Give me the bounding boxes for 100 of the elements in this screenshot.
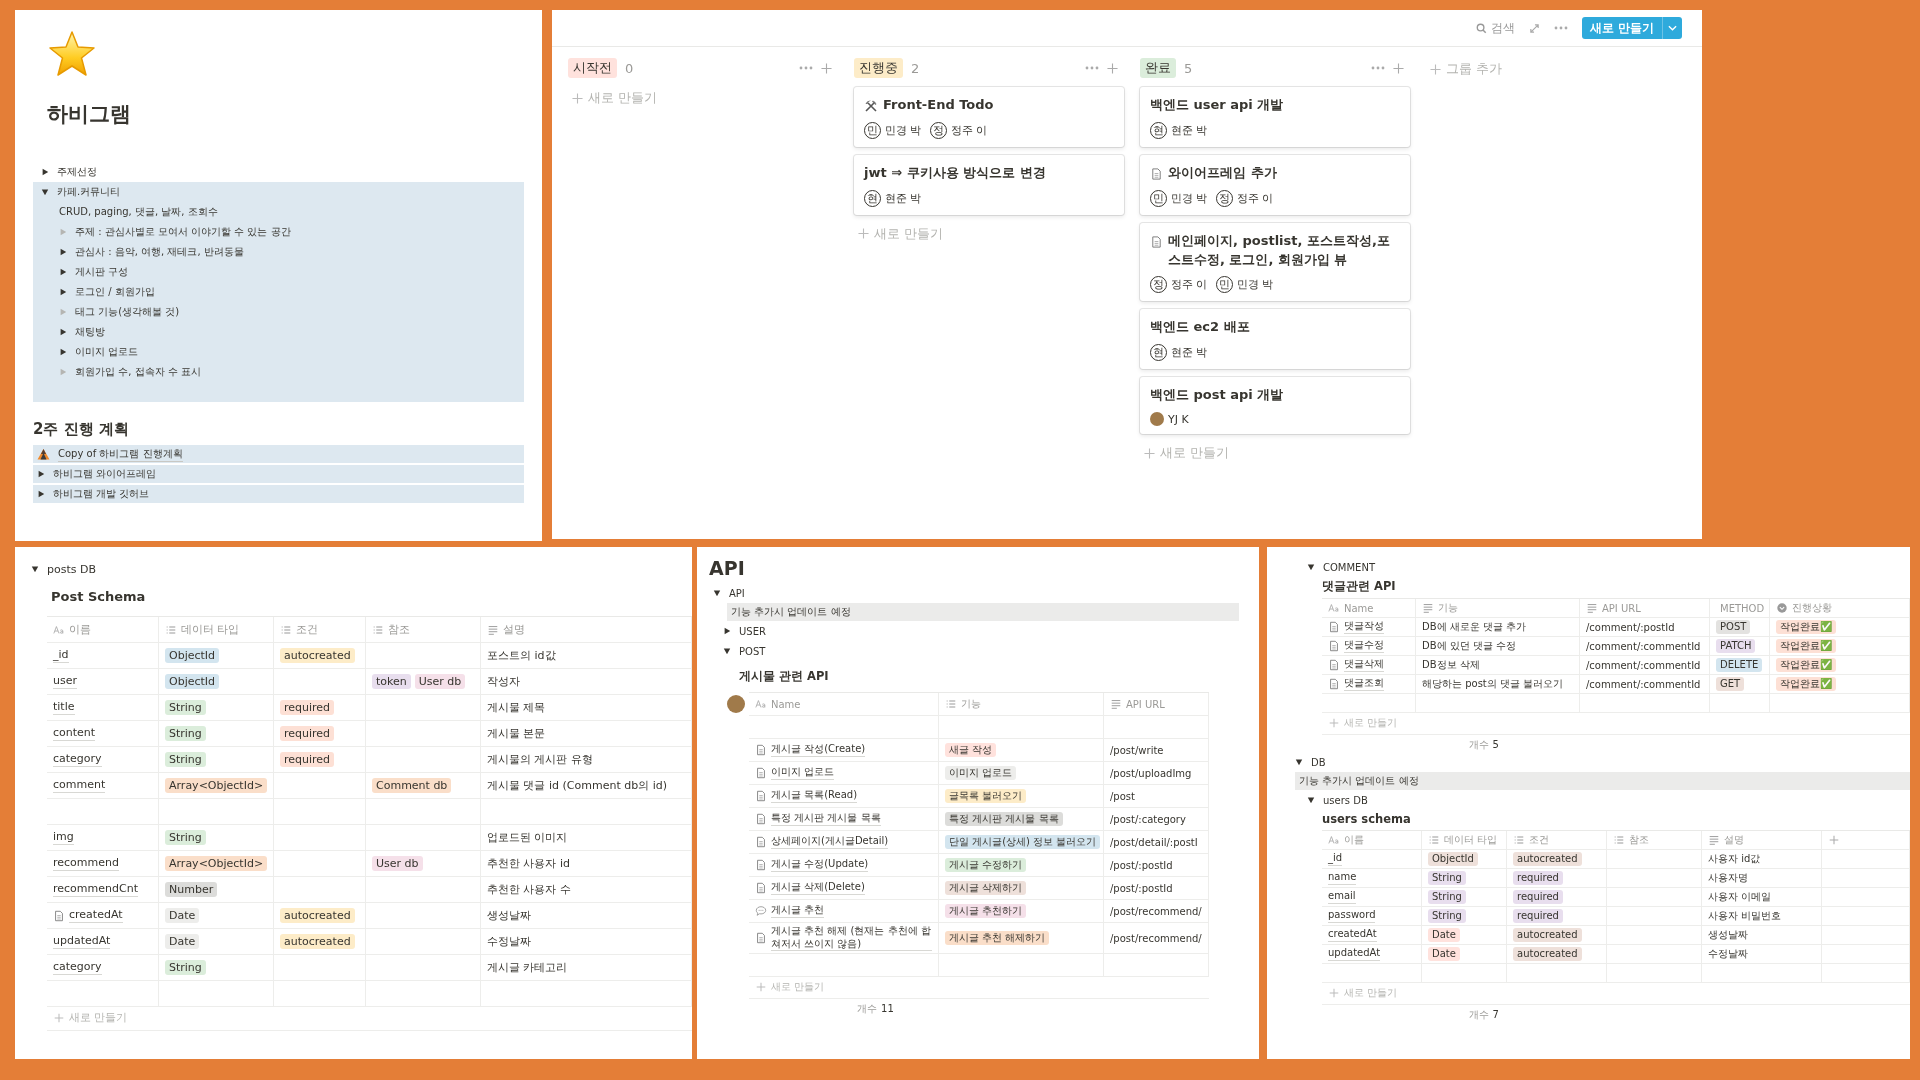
row-title[interactable]: updatedAt: [1328, 947, 1381, 961]
group-label: 시작전: [568, 58, 617, 78]
tag: autocreated: [280, 907, 355, 924]
row-title[interactable]: updatedAt: [53, 934, 111, 949]
cell-text: 업로드된 이미지: [487, 830, 568, 845]
toggle-triangle-icon[interactable]: [59, 348, 67, 356]
toggle-triangle-icon[interactable]: [37, 470, 45, 478]
toggle-triangle-icon[interactable]: [1307, 563, 1315, 571]
row-title[interactable]: category: [53, 752, 102, 767]
toggle-triangle-icon[interactable]: [59, 328, 67, 336]
page-icon: [1328, 659, 1340, 671]
toggle-label: 관심사 : 음악, 여행, 재테크, 반려동물: [75, 245, 244, 259]
row-title[interactable]: 게시글 삭제(Delete): [771, 881, 865, 895]
row-title[interactable]: comment: [53, 778, 106, 793]
toggle-triangle-icon[interactable]: [59, 288, 67, 296]
tag: Comment db: [372, 777, 452, 794]
row-title[interactable]: user: [53, 674, 77, 689]
toggle-triangle-icon[interactable]: [41, 188, 49, 196]
toggle-triangle-icon[interactable]: [59, 308, 67, 316]
tag: autocreated: [280, 933, 355, 950]
row-title[interactable]: email: [1328, 890, 1356, 904]
row-title[interactable]: category: [53, 960, 102, 975]
row-title[interactable]: _id: [1328, 852, 1343, 866]
tag: String: [165, 725, 206, 742]
toggle-triangle-icon[interactable]: [31, 565, 39, 573]
cell-text: /post: [1110, 790, 1135, 802]
row-title[interactable]: content: [53, 726, 96, 741]
toggle-triangle-icon[interactable]: [723, 647, 731, 655]
column-header: 데이터 타입: [181, 622, 240, 637]
row-title[interactable]: 댓글조회: [1344, 677, 1384, 691]
tag: String: [165, 829, 206, 846]
plus-icon: [1430, 63, 1441, 75]
plus-icon: [1144, 447, 1155, 459]
row-title[interactable]: name: [1328, 871, 1357, 885]
toggle-triangle-icon[interactable]: [723, 627, 731, 635]
board-card[interactable]: jwt ⇒ 쿠키사용 방식으로 변경 현 현준 박: [854, 154, 1124, 215]
person-name: 민경 박: [1236, 277, 1273, 293]
tag: autocreated: [1513, 851, 1582, 867]
row-title[interactable]: img: [53, 830, 74, 845]
page-icon: [1150, 166, 1163, 181]
title-property-icon: [1328, 834, 1340, 846]
board-card[interactable]: 백엔드 post api 개발 YJ K: [1140, 377, 1410, 435]
callout-text: 기능 추가시 업데이트 예정: [1295, 772, 1910, 790]
toggle-triangle-icon[interactable]: [59, 368, 67, 376]
toggle-triangle-icon[interactable]: [37, 490, 45, 498]
person-name: 정주 이: [1171, 277, 1208, 293]
row-title[interactable]: 댓글작성: [1344, 620, 1384, 634]
row-title[interactable]: 특정 게시판 게시물 목록: [771, 812, 881, 826]
page-title: API: [709, 557, 746, 579]
row-title[interactable]: 게시글 목록(Read): [771, 789, 858, 803]
toggle-triangle-icon[interactable]: [59, 268, 67, 276]
column-header: 기능: [961, 697, 981, 711]
column-header: API URL: [1126, 698, 1165, 710]
tag: User db: [414, 673, 466, 690]
row-title[interactable]: _id: [53, 648, 69, 663]
text-lines-icon: [487, 623, 499, 636]
plus-icon: [572, 92, 583, 104]
note-text: CRUD, paging, 댓글, 날짜, 조회수: [58, 205, 219, 219]
row-title[interactable]: 상세페이지(게시글Detail): [771, 835, 889, 849]
tag: 글목록 불러오기: [945, 788, 1027, 804]
row-title[interactable]: 댓글수정: [1344, 639, 1384, 653]
row-title[interactable]: 게시글 추천 해제 (현재는 추천에 합쳐저서 쓰이지 않음): [771, 925, 932, 951]
cell-text: 게시물 댓글 id (Comment db의 id): [487, 778, 667, 793]
board-card[interactable]: 메인페이지, postlist, 포스트작성,포스트수정, 로그인, 회원가입 뷰 정 정주 이 민 민경 박: [1140, 222, 1410, 302]
toggle-triangle-icon[interactable]: [1307, 796, 1315, 804]
row-title[interactable]: password: [1328, 909, 1376, 923]
toggle-triangle-icon[interactable]: [41, 168, 49, 176]
row-title[interactable]: 게시글 추천: [771, 904, 825, 918]
row-title[interactable]: recommend: [53, 856, 119, 871]
row-title[interactable]: 게시글 작성(Create): [771, 743, 866, 757]
tag: 작업완료✅: [1776, 676, 1836, 692]
person-name: 현준 박: [1171, 345, 1208, 361]
row-title[interactable]: createdAt: [1328, 928, 1377, 942]
tag: String: [1428, 870, 1466, 886]
title-property-icon: [1328, 602, 1340, 614]
row-title[interactable]: createdAt: [69, 908, 123, 923]
board-card[interactable]: 백엔드 ec2 배포 현 현준 박: [1140, 309, 1410, 370]
row-title[interactable]: title: [53, 700, 75, 715]
cell-text: /comment/:commentId: [1586, 659, 1701, 671]
toggle-triangle-icon[interactable]: [713, 589, 721, 597]
board-card[interactable]: 와이어프레임 추가 민 민경 박 정 정주 이: [1140, 154, 1410, 215]
row-title[interactable]: 게시글 수정(Update): [771, 858, 869, 872]
row-title[interactable]: recommendCnt: [53, 882, 138, 897]
toggle-triangle-icon[interactable]: [59, 248, 67, 256]
toggle-label: 채팅방: [75, 325, 105, 339]
tag: 이미지 업로드: [945, 765, 1017, 781]
toggle-triangle-icon[interactable]: [59, 228, 67, 236]
toggle-triangle-icon[interactable]: [1295, 758, 1303, 766]
tag: ObjectId: [1428, 851, 1478, 867]
row-title[interactable]: 이미지 업로드: [771, 766, 835, 780]
board-card[interactable]: Front-End Todo 민 민경 박 정 정주 이: [854, 87, 1124, 147]
tag: Array<ObjectId>: [165, 777, 268, 794]
cell-text: /post/recommend/: [1110, 932, 1202, 944]
tag: 새글 작성: [945, 742, 997, 758]
card-title: 메인페이지, postlist, 포스트작성,포스트수정, 로그인, 회원가입 뷰: [1168, 231, 1391, 269]
board-card[interactable]: 백엔드 user api 개발 현 현준 박: [1140, 87, 1410, 147]
row-title[interactable]: 댓글삭제: [1344, 658, 1384, 672]
cell-text: /post/recommend/: [1110, 905, 1202, 917]
cell-text: 사용자 비밀번호: [1708, 909, 1782, 923]
plus-icon: [858, 228, 869, 240]
